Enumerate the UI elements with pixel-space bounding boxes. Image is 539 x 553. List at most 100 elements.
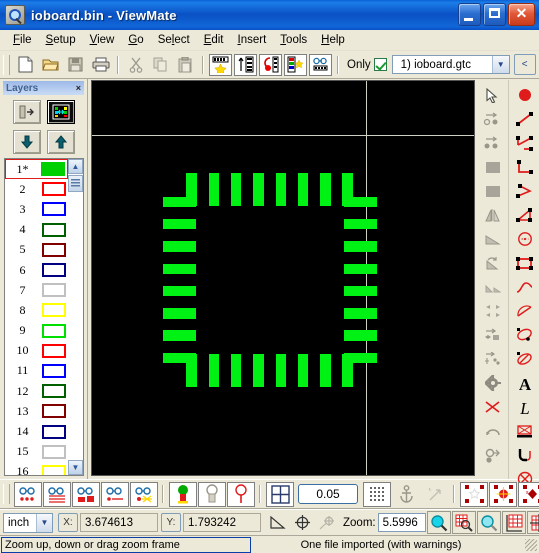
pcb-pad[interactable] bbox=[320, 172, 331, 206]
menu-tools[interactable]: Tools bbox=[273, 32, 314, 48]
origin-target-button[interactable] bbox=[290, 511, 314, 534]
layer-move-down-button[interactable] bbox=[12, 130, 41, 154]
fill-area-tool[interactable] bbox=[480, 156, 505, 178]
only-checkbox[interactable] bbox=[373, 58, 387, 71]
layer-pan-button[interactable] bbox=[12, 100, 41, 124]
pcb-pad[interactable] bbox=[253, 353, 264, 387]
layer-row[interactable]: 5 bbox=[5, 240, 68, 260]
draw-arc-segment-tool[interactable] bbox=[512, 348, 537, 370]
draw-ellipse-tool[interactable] bbox=[512, 324, 537, 346]
view-outline-button[interactable] bbox=[43, 481, 71, 507]
pcb-pad[interactable] bbox=[230, 353, 242, 387]
view-highlight-button[interactable] bbox=[130, 481, 158, 507]
pcb-pad[interactable] bbox=[208, 353, 220, 387]
draw-curve-tool[interactable] bbox=[512, 276, 537, 298]
duplicate-tool[interactable] bbox=[480, 132, 505, 154]
paste-button[interactable] bbox=[174, 54, 197, 76]
layer-color-swatch[interactable] bbox=[41, 162, 65, 177]
layer-colors-setup-button[interactable] bbox=[46, 100, 75, 124]
layer-select-combo[interactable]: 1) ioboard.gtc ▼ bbox=[391, 55, 510, 74]
draw-flash-tool[interactable] bbox=[512, 84, 537, 106]
layer-row[interactable]: 11 bbox=[5, 361, 68, 381]
pcb-pad[interactable] bbox=[343, 241, 377, 252]
maximize-button[interactable] bbox=[483, 3, 506, 26]
layer-row[interactable]: 8 bbox=[5, 300, 68, 320]
pcb-pad[interactable] bbox=[343, 330, 377, 341]
new-file-button[interactable] bbox=[14, 54, 37, 76]
pcb-pad[interactable] bbox=[297, 353, 309, 387]
scroll-down-button[interactable]: ▼ bbox=[68, 460, 83, 475]
pcb-pad[interactable] bbox=[342, 172, 353, 206]
cut-button[interactable] bbox=[124, 54, 147, 76]
select-arrow-tool[interactable] bbox=[480, 84, 505, 106]
zoom-window-button[interactable] bbox=[451, 511, 476, 534]
layer-color-swatch[interactable] bbox=[42, 283, 66, 298]
previous-layer-button[interactable]: < bbox=[513, 54, 536, 75]
pcb-pad[interactable] bbox=[208, 172, 220, 206]
grid-toggle-button[interactable] bbox=[266, 481, 294, 507]
solid-area-tool[interactable] bbox=[480, 180, 505, 202]
pcb-pad[interactable] bbox=[162, 241, 196, 252]
zoom-out-button[interactable] bbox=[476, 511, 501, 534]
layer-colors-button[interactable] bbox=[284, 53, 307, 76]
draw-rectangle-tool[interactable] bbox=[512, 252, 537, 274]
pcb-pad[interactable] bbox=[343, 218, 377, 230]
draw-line-tool[interactable] bbox=[512, 108, 537, 130]
zoom-in-button[interactable] bbox=[426, 511, 451, 534]
open-file-button[interactable] bbox=[39, 54, 62, 76]
pcb-pad[interactable] bbox=[275, 353, 287, 387]
snap-anchor-toggle-button[interactable] bbox=[392, 482, 420, 507]
layer-color-swatch[interactable] bbox=[42, 444, 66, 459]
scroll-up-button[interactable]: ▲ bbox=[68, 159, 83, 174]
angle-measure-button[interactable] bbox=[265, 511, 289, 534]
layer-row[interactable]: 10 bbox=[5, 341, 68, 361]
units-select[interactable]: inch ▼ bbox=[3, 512, 53, 533]
pcb-pad[interactable] bbox=[162, 218, 196, 230]
traffic-light-toggle-button[interactable] bbox=[169, 481, 197, 507]
bulb-outline-toggle-button[interactable] bbox=[227, 481, 255, 507]
pcb-pad[interactable] bbox=[253, 172, 264, 206]
draw-corner-tool[interactable] bbox=[512, 156, 537, 178]
copy-button[interactable] bbox=[149, 54, 172, 76]
trim-tool[interactable] bbox=[480, 396, 505, 418]
layer-list-scrollbar[interactable]: ▲ ▼ bbox=[68, 159, 83, 475]
step-repeat-tool[interactable] bbox=[480, 324, 505, 346]
pcb-pad[interactable] bbox=[162, 308, 196, 319]
pcb-pad[interactable] bbox=[162, 263, 196, 275]
draw-circle-tool[interactable] bbox=[512, 228, 537, 250]
pcb-pad[interactable] bbox=[297, 172, 309, 206]
line-text-tool[interactable]: L bbox=[512, 396, 537, 418]
pcb-pad[interactable] bbox=[275, 172, 287, 206]
layer-row[interactable]: 16 bbox=[5, 462, 68, 475]
layer-color-swatch[interactable] bbox=[42, 384, 66, 399]
layer-row[interactable]: 7 bbox=[5, 280, 68, 300]
minimize-button[interactable] bbox=[458, 3, 481, 26]
layer-row[interactable]: 14 bbox=[5, 421, 68, 441]
layer-row[interactable]: 6 bbox=[5, 260, 68, 280]
snap-diagonal-toggle-button[interactable] bbox=[421, 482, 449, 507]
pcb-pad[interactable] bbox=[162, 352, 196, 364]
layer-color-swatch[interactable] bbox=[42, 303, 66, 318]
y-coordinate-button[interactable]: Y: bbox=[161, 513, 181, 532]
bulb-off-toggle-button[interactable] bbox=[198, 481, 226, 507]
view-single-button[interactable] bbox=[101, 481, 129, 507]
shrink-tool[interactable] bbox=[480, 276, 505, 298]
pcb-pad[interactable] bbox=[162, 196, 196, 208]
duplicate-pattern-tool[interactable] bbox=[480, 348, 505, 370]
layer-row[interactable]: 9 bbox=[5, 321, 68, 341]
layer-row[interactable]: 4 bbox=[5, 220, 68, 240]
pcb-pad[interactable] bbox=[343, 352, 377, 364]
layer-color-swatch[interactable] bbox=[42, 424, 66, 439]
fillet-tool[interactable] bbox=[512, 444, 537, 466]
text-tool[interactable]: A bbox=[512, 372, 537, 394]
layer-row[interactable]: 15 bbox=[5, 442, 68, 462]
close-button[interactable] bbox=[508, 3, 535, 26]
layer-row[interactable]: 1* bbox=[5, 159, 68, 180]
grid-spacing-input[interactable]: 0.05 bbox=[298, 484, 358, 504]
layer-move-up-button[interactable] bbox=[46, 130, 75, 154]
pcb-pad[interactable] bbox=[343, 263, 377, 275]
zoom-grid-button[interactable] bbox=[526, 511, 539, 534]
pcb-pad[interactable] bbox=[343, 285, 377, 297]
view-toolbar-grip[interactable] bbox=[3, 484, 10, 504]
layer-color-swatch[interactable] bbox=[42, 363, 66, 378]
